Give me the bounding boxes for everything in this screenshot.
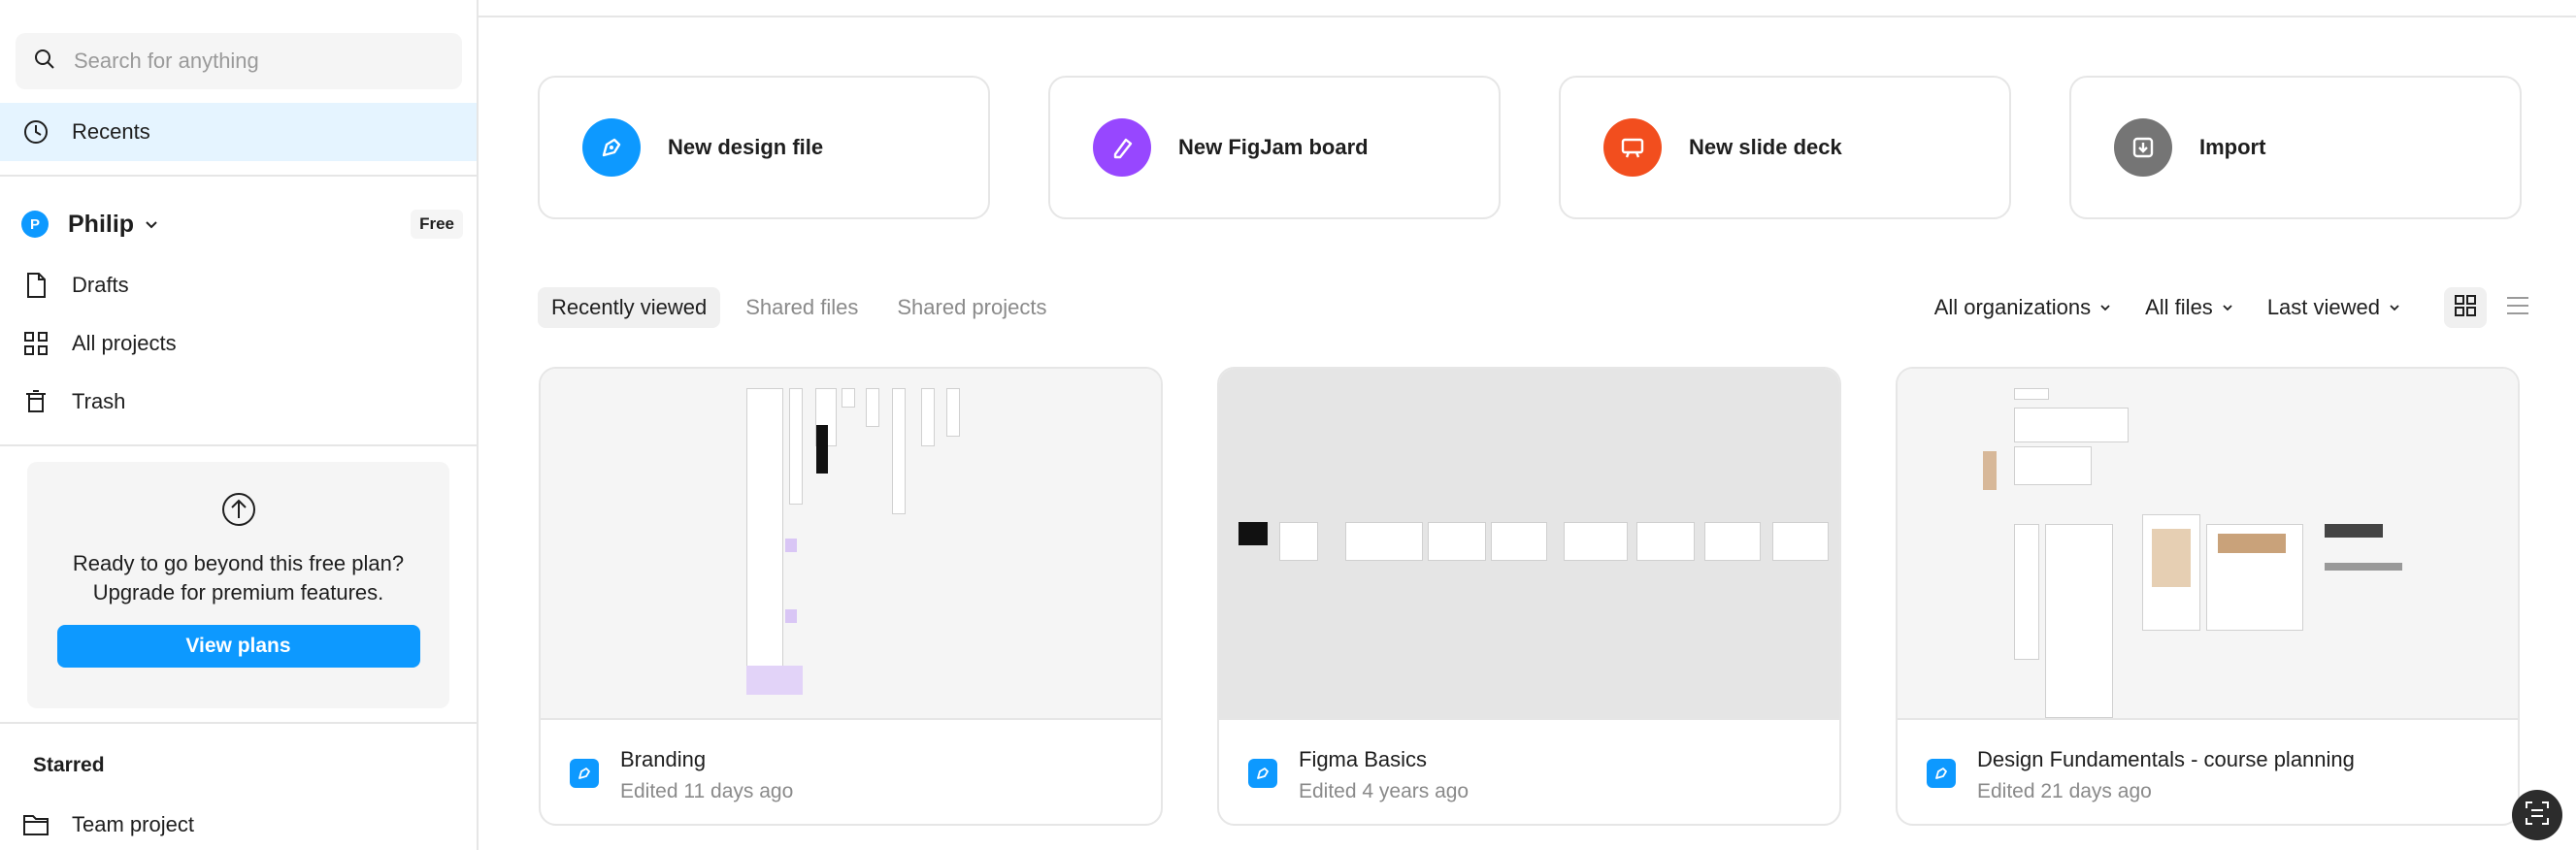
new-design-file-label: New design file (668, 135, 824, 159)
tab-shared-projects[interactable]: Shared projects (883, 287, 1060, 328)
new-figjam-board-label: New FigJam board (1178, 135, 1369, 159)
organizations-dropdown[interactable]: All organizations (1934, 295, 2114, 320)
presentation-icon (1603, 118, 1662, 177)
marker-icon (1093, 118, 1151, 177)
files-dropdown[interactable]: All files (2145, 295, 2236, 320)
sidebar-item-label: Drafts (72, 273, 129, 297)
starred-heading: Starred (33, 754, 105, 776)
chevron-down-icon (144, 216, 159, 232)
sidebar-item-label: Recents (72, 119, 150, 144)
file-meta: Figma Basics Edited 4 years ago (1219, 720, 1839, 824)
grid-icon (21, 329, 50, 358)
import-button[interactable]: Import (2069, 76, 2522, 219)
sidebar-item-recents[interactable]: Recents (0, 103, 477, 161)
design-file-icon (1248, 759, 1277, 788)
chevron-down-icon (2388, 300, 2403, 315)
new-design-file-button[interactable]: New design file (538, 76, 990, 219)
sidebar-item-label: All projects (72, 331, 177, 355)
file-card-figma-basics[interactable]: Figma Basics Edited 4 years ago (1217, 367, 1841, 826)
sidebar-item-label: Team project (72, 812, 194, 836)
organizations-dropdown-label: All organizations (1933, 295, 2092, 319)
upgrade-panel: Ready to go beyond this free plan? Upgra… (27, 462, 449, 708)
file-title: Branding (620, 747, 707, 771)
sort-dropdown[interactable]: Last viewed (2267, 295, 2403, 320)
file-title: Figma Basics (1299, 747, 1428, 771)
plan-badge: Free (411, 210, 463, 239)
file-thumbnail (541, 369, 1161, 720)
import-label: Import (2199, 135, 2266, 159)
tab-shared-files[interactable]: Shared files (732, 287, 872, 328)
trash-icon (21, 387, 50, 416)
sort-dropdown-label: Last viewed (2266, 295, 2380, 319)
chevron-down-icon (2098, 300, 2114, 315)
import-icon (2114, 118, 2172, 177)
design-file-icon (570, 759, 599, 788)
file-meta: Design Fundamentals - course planning Ed… (1898, 720, 2518, 824)
avatar: P (21, 211, 49, 238)
header-divider (479, 16, 2576, 17)
new-slide-deck-button[interactable]: New slide deck (1559, 76, 2011, 219)
search-input[interactable] (74, 49, 443, 74)
team-name: Philip (68, 210, 135, 238)
sidebar-item-team-project[interactable]: Team project (0, 796, 477, 850)
search-box[interactable] (16, 33, 462, 89)
divider (0, 722, 477, 724)
file-thumbnail (1898, 369, 2518, 720)
folder-icon (21, 810, 50, 839)
sidebar: Recents P Philip Free Drafts All project… (0, 0, 479, 850)
upsell-text-line2: Upgrade for premium features. (92, 580, 384, 605)
tab-recently-viewed[interactable]: Recently viewed (538, 287, 721, 328)
file-icon (21, 271, 50, 300)
files-dropdown-label: All files (2145, 295, 2213, 319)
search-icon (33, 48, 56, 76)
filters-bar: All organizations All files Last viewed (1934, 287, 2539, 328)
sidebar-item-drafts[interactable]: Drafts (0, 256, 477, 314)
sidebar-item-trash[interactable]: Trash (0, 373, 477, 431)
arrow-up-circle-icon (220, 491, 257, 528)
file-edited: Edited 4 years ago (1299, 780, 1470, 802)
file-meta: Branding Edited 11 days ago (541, 720, 1161, 824)
file-card-branding[interactable]: Branding Edited 11 days ago (539, 367, 1163, 826)
divider (0, 175, 477, 177)
file-edited: Edited 21 days ago (1977, 780, 2152, 802)
file-thumbnail (1219, 369, 1839, 720)
file-card-design-fundamentals[interactable]: Design Fundamentals - course planning Ed… (1896, 367, 2520, 826)
help-button[interactable] (2512, 790, 2562, 840)
sidebar-item-label: Trash (72, 389, 126, 413)
view-plans-button[interactable]: View plans (56, 625, 420, 668)
clock-icon (21, 117, 50, 147)
new-figjam-board-button[interactable]: New FigJam board (1048, 76, 1501, 219)
list-view-icon (2505, 294, 2530, 322)
grid-view-button[interactable] (2444, 287, 2487, 328)
file-edited: Edited 11 days ago (620, 780, 794, 802)
scan-icon (2524, 800, 2551, 832)
divider (0, 444, 477, 446)
new-slide-deck-label: New slide deck (1689, 135, 1842, 159)
list-view-button[interactable] (2496, 287, 2539, 328)
pen-icon (582, 118, 641, 177)
team-switcher[interactable]: P Philip Free (21, 206, 463, 243)
file-title: Design Fundamentals - course planning (1977, 747, 2355, 771)
grid-view-icon (2454, 294, 2477, 322)
design-file-icon (1927, 759, 1956, 788)
file-tabs: Recently viewed Shared files Shared proj… (538, 287, 1072, 328)
sidebar-item-all-projects[interactable]: All projects (0, 314, 477, 373)
chevron-down-icon (2221, 300, 2236, 315)
upsell-text-line1: Ready to go beyond this free plan? (72, 551, 405, 575)
